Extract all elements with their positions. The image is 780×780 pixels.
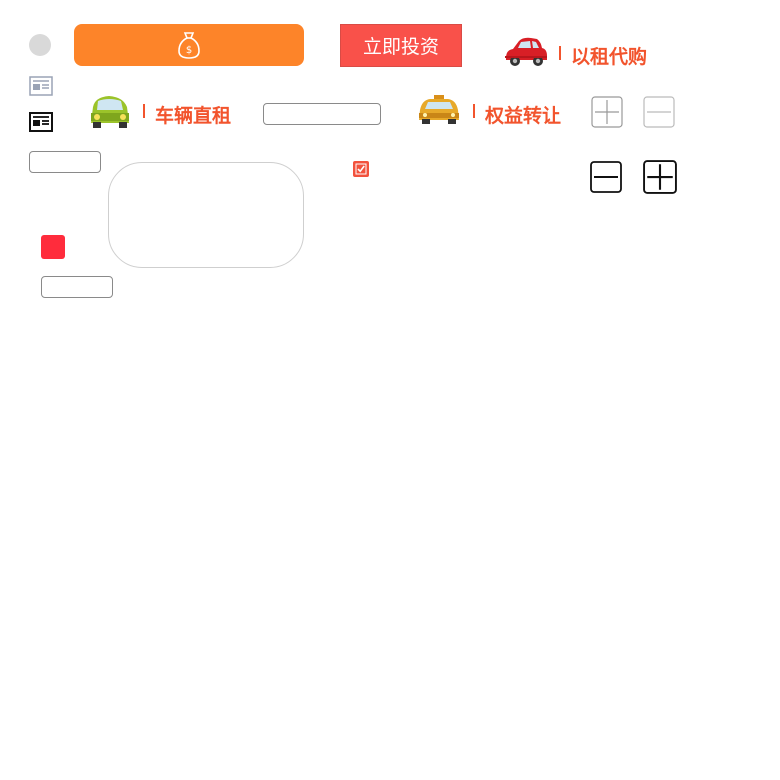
taxi-icon	[416, 94, 462, 130]
money-button[interactable]: $	[74, 24, 304, 66]
svg-text:$: $	[186, 45, 192, 56]
green-car-icon	[87, 93, 133, 135]
separator	[473, 104, 475, 118]
rent-to-buy-label[interactable]: 以租代购	[571, 42, 647, 69]
textarea-box[interactable]	[108, 162, 304, 268]
equity-transfer-label[interactable]: 权益转让	[485, 101, 561, 128]
direct-rent-label[interactable]: 车辆直租	[155, 101, 231, 128]
news-icon-dark[interactable]	[29, 112, 53, 136]
status-dot	[29, 34, 51, 56]
red-square-badge[interactable]	[41, 235, 65, 259]
checkbox-checked[interactable]	[353, 161, 369, 177]
check-icon	[355, 163, 367, 175]
red-car-icon	[503, 34, 549, 72]
separator	[559, 46, 561, 60]
text-input-1[interactable]	[263, 103, 381, 125]
minus-icon-light[interactable]	[643, 96, 675, 132]
plus-icon-dark[interactable]	[643, 160, 677, 198]
text-input-2[interactable]	[29, 151, 101, 173]
invest-now-label: 立即投资	[362, 36, 439, 58]
minus-icon-dark[interactable]	[590, 161, 622, 197]
money-bag-icon: $	[178, 32, 200, 59]
plus-icon-light[interactable]	[591, 96, 623, 132]
invest-now-button[interactable]: 立即投资	[340, 24, 462, 67]
separator	[143, 104, 145, 118]
text-input-3[interactable]	[41, 276, 113, 298]
news-icon-light[interactable]	[29, 76, 53, 100]
